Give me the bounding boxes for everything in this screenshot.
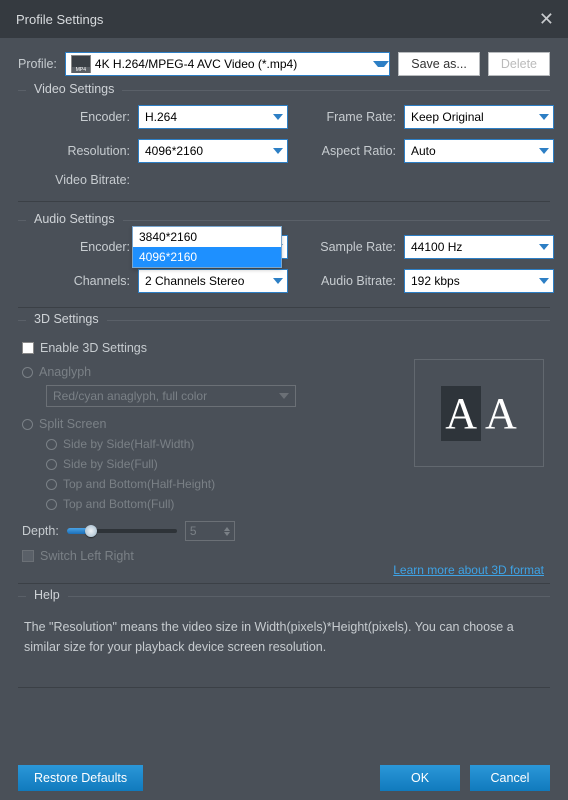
resolution-option-3840[interactable]: 3840*2160 — [133, 227, 281, 247]
sbs-half-radio[interactable] — [46, 439, 57, 450]
resolution-dropdown[interactable]: 3840*2160 4096*2160 — [132, 226, 282, 268]
audio-bitrate-select[interactable]: 192 kbps — [404, 269, 554, 293]
help-text: The "Resolution" means the video size in… — [18, 607, 550, 687]
save-as-button[interactable]: Save as... — [398, 52, 480, 76]
restore-defaults-button[interactable]: Restore Defaults — [18, 765, 143, 791]
chevron-down-icon — [539, 244, 549, 250]
anaglyph-label: Anaglyph — [39, 365, 91, 379]
enable-3d-checkbox[interactable] — [22, 342, 34, 354]
sample-rate-select[interactable]: 44100 Hz — [404, 235, 554, 259]
format-icon — [71, 55, 91, 73]
resolution-option-4096[interactable]: 4096*2160 — [133, 247, 281, 267]
titlebar: Profile Settings ✕ — [0, 0, 568, 38]
sbs-full-radio[interactable] — [46, 459, 57, 470]
spinner-down-icon[interactable] — [224, 532, 230, 536]
preview-a-icon: A — [441, 386, 481, 441]
profile-select[interactable]: 4K H.264/MPEG-4 AVC Video (*.mp4) — [65, 52, 390, 76]
window-title: Profile Settings — [16, 12, 103, 27]
preview-box: A A — [414, 359, 544, 467]
chevron-down-icon — [273, 114, 283, 120]
preview-a2-icon: A — [485, 388, 517, 439]
help-section-title: Help — [26, 588, 68, 602]
sbs-half-label: Side by Side(Half-Width) — [63, 437, 194, 451]
chevron-down-icon — [539, 278, 549, 284]
chevron-down-icon — [279, 393, 289, 399]
switch-lr-checkbox[interactable] — [22, 550, 34, 562]
depth-label: Depth: — [22, 524, 59, 538]
resolution-select[interactable]: 4096*2160 — [138, 139, 288, 163]
profile-selected-text: 4K H.264/MPEG-4 AVC Video (*.mp4) — [95, 57, 373, 71]
chevron-down-icon — [273, 278, 283, 284]
frame-rate-select[interactable]: Keep Original — [404, 105, 554, 129]
profile-label: Profile: — [18, 57, 57, 71]
sbs-full-label: Side by Side(Full) — [63, 457, 158, 471]
frame-rate-label: Frame Rate: — [296, 110, 396, 124]
anaglyph-radio[interactable] — [22, 367, 33, 378]
tb-half-label: Top and Bottom(Half-Height) — [63, 477, 215, 491]
sample-rate-label: Sample Rate: — [296, 240, 396, 254]
close-icon[interactable]: ✕ — [539, 9, 554, 30]
aspect-ratio-label: Aspect Ratio: — [296, 144, 396, 158]
switch-lr-label: Switch Left Right — [40, 549, 134, 563]
video-encoder-select[interactable]: H.264 — [138, 105, 288, 129]
video-section-title: Video Settings — [26, 82, 122, 96]
video-bitrate-label: Video Bitrate: — [20, 173, 130, 187]
chevron-down-icon — [373, 61, 389, 67]
aspect-ratio-select[interactable]: Auto — [404, 139, 554, 163]
video-encoder-label: Encoder: — [20, 110, 130, 124]
split-screen-label: Split Screen — [39, 417, 106, 431]
spinner-up-icon[interactable] — [224, 527, 230, 531]
delete-button[interactable]: Delete — [488, 52, 550, 76]
enable-3d-label: Enable 3D Settings — [40, 341, 147, 355]
channels-label: Channels: — [20, 274, 130, 288]
depth-slider[interactable] — [67, 529, 177, 533]
tb-full-radio[interactable] — [46, 499, 57, 510]
cancel-button[interactable]: Cancel — [470, 765, 550, 791]
audio-bitrate-label: Audio Bitrate: — [296, 274, 396, 288]
chevron-down-icon — [273, 148, 283, 154]
split-screen-radio[interactable] — [22, 419, 33, 430]
learn-more-link[interactable]: Learn more about 3D format — [393, 563, 544, 577]
audio-encoder-label: Encoder: — [20, 240, 130, 254]
tb-full-label: Top and Bottom(Full) — [63, 497, 174, 511]
resolution-label: Resolution: — [20, 144, 130, 158]
anaglyph-select[interactable]: Red/cyan anaglyph, full color — [46, 385, 296, 407]
ok-button[interactable]: OK — [380, 765, 460, 791]
chevron-down-icon — [539, 148, 549, 154]
tb-half-radio[interactable] — [46, 479, 57, 490]
channels-select[interactable]: 2 Channels Stereo — [138, 269, 288, 293]
threed-section-title: 3D Settings — [26, 312, 107, 326]
depth-spinner[interactable]: 5 — [185, 521, 235, 541]
chevron-down-icon — [539, 114, 549, 120]
slider-thumb[interactable] — [85, 525, 97, 537]
audio-section-title: Audio Settings — [26, 212, 123, 226]
